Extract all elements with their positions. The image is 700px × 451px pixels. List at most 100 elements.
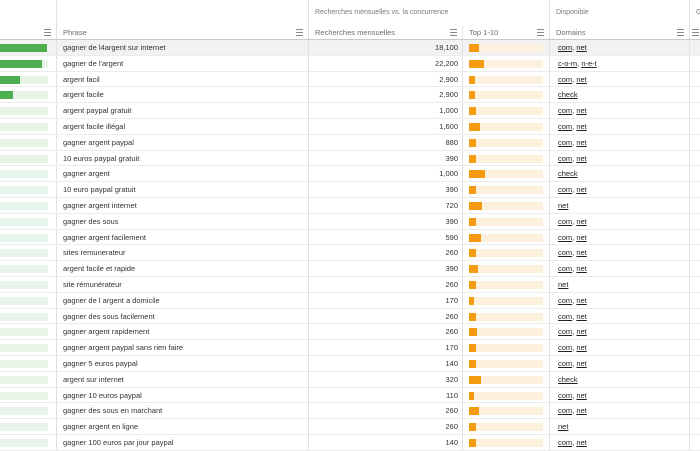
column-header-volume[interactable]: Recherches mensuelles [308,26,462,39]
table-row[interactable]: gagner argent en ligne 260 net [0,419,700,435]
domain-link[interactable]: check [558,375,578,384]
phrase-cell[interactable]: sites remunerateur [56,245,308,261]
domain-link[interactable]: check [558,169,578,178]
domain-link[interactable]: n-e-t [581,59,596,68]
phrase-cell[interactable]: gagner argent facilement [56,229,308,245]
phrase-cell[interactable]: gagner argent internet [56,197,308,213]
domain-link[interactable]: net [558,422,568,431]
table-row[interactable]: gagner argent facilement 590 com, net [0,229,700,246]
phrase-cell[interactable]: gagner de l4argent sur internet [56,40,308,55]
column-header-extra[interactable] [689,26,700,39]
table-row[interactable]: gagner de l4argent sur internet 18,100 com… [0,40,700,56]
table-row[interactable]: site rémunérateur 260 net [0,276,700,293]
domain-link[interactable]: com [558,296,572,305]
domain-link[interactable]: com [558,438,572,447]
domain-link[interactable]: com [558,359,572,368]
table-row[interactable]: sites remunerateur 260 com, net [0,245,700,262]
domain-link[interactable]: net [576,233,586,242]
phrase-cell[interactable]: gagner argent paypal sans rien faire [56,340,308,355]
table-row[interactable]: argent facile et rapide 390 com, net [0,261,700,277]
domain-link[interactable]: com [558,264,572,273]
domain-link[interactable]: net [576,391,586,400]
domain-link[interactable]: net [576,43,586,52]
phrase-cell[interactable]: 10 euro paypal gratuit [56,182,308,197]
domain-link[interactable]: net [576,185,586,194]
domain-link[interactable]: com [558,343,572,352]
phrase-cell[interactable]: gagner argent [56,166,308,182]
table-row[interactable]: gagner argent rapidement 260 com, net [0,324,700,341]
domain-link[interactable]: net [576,138,586,147]
table-row[interactable]: gagner de l argent a domicile 170 com, net [0,292,700,309]
domain-link[interactable]: net [576,154,586,163]
domain-link[interactable]: net [576,312,586,321]
phrase-cell[interactable]: gagner des sous facilement [56,308,308,324]
table-row[interactable]: 10 euros paypal gratuit 390 com, net [0,150,700,167]
phrase-cell[interactable]: gagner de l'argent [56,55,308,71]
table-row[interactable]: argent facile 2,900 check [0,87,700,104]
column-header-phrase[interactable]: Phrase [56,26,308,39]
column-header-domains[interactable]: Domains [549,26,689,39]
phrase-cell[interactable]: gagner argent paypal [56,134,308,150]
domain-link[interactable]: com [558,391,572,400]
table-row[interactable]: gagner 100 euros par jour paypal 140 com, … [0,434,700,451]
table-row[interactable]: argent facil 2,900 com, net [0,71,700,88]
domain-link[interactable]: net [576,343,586,352]
domain-link[interactable]: com [558,312,572,321]
domain-link[interactable]: com [558,217,572,226]
phrase-cell[interactable]: gagner argent en ligne [56,419,308,434]
table-row[interactable]: gagner des sous 390 com, net [0,213,700,230]
domain-link[interactable]: net [576,106,586,115]
column-header-top[interactable]: Top 1-10 [462,26,549,39]
domain-link[interactable]: net [576,327,586,336]
column-menu-icon[interactable] [692,29,699,36]
domain-link[interactable]: net [576,248,586,257]
phrase-cell[interactable]: argent facile [56,87,308,103]
table-row[interactable]: gagner 5 euros paypal 140 com, net [0,355,700,372]
domain-link[interactable]: com [558,185,572,194]
column-menu-icon[interactable] [450,29,457,36]
domain-link[interactable]: com [558,122,572,131]
domain-link[interactable]: com [558,154,572,163]
domain-link[interactable]: com [558,233,572,242]
domain-link[interactable]: net [558,280,568,289]
phrase-cell[interactable]: site rémunérateur [56,276,308,292]
table-row[interactable]: gagner de l'argent 22,200 c-o-m, n-e-t [0,55,700,72]
phrase-cell[interactable]: argent paypal gratuit [56,103,308,118]
table-row[interactable]: gagner argent 1,000 check [0,166,700,183]
phrase-cell[interactable]: gagner 10 euros paypal [56,387,308,403]
table-row[interactable]: gagner des sous facilement 260 com, net [0,308,700,325]
phrase-cell[interactable]: 10 euros paypal gratuit [56,150,308,166]
domain-link[interactable]: com [558,106,572,115]
domain-link[interactable]: check [558,90,578,99]
phrase-cell[interactable]: gagner argent rapidement [56,324,308,340]
phrase-cell[interactable]: gagner des sous en marchant [56,403,308,419]
table-row[interactable]: gagner argent paypal 880 com, net [0,134,700,151]
table-row[interactable]: gagner argent paypal sans rien faire 170 c… [0,340,700,356]
table-row[interactable]: argent paypal gratuit 1,000 com, net [0,103,700,119]
domain-link[interactable]: com [558,406,572,415]
table-row[interactable]: gagner argent internet 720 net [0,197,700,214]
column-header-bar[interactable] [0,26,56,39]
domain-link[interactable]: com [558,327,572,336]
table-row[interactable]: gagner 10 euros paypal 110 com, net [0,387,700,404]
table-row[interactable]: argent facile illégal 1,600 com, net [0,118,700,135]
table-row[interactable]: argent sur internet 320 check [0,371,700,388]
domain-link[interactable]: net [576,122,586,131]
domain-link[interactable]: net [576,75,586,84]
domain-link[interactable]: com [558,75,572,84]
phrase-cell[interactable]: argent sur internet [56,371,308,387]
domain-link[interactable]: com [558,138,572,147]
domain-link[interactable]: net [576,359,586,368]
table-row[interactable]: 10 euro paypal gratuit 390 com, net [0,182,700,198]
phrase-cell[interactable]: gagner de l argent a domicile [56,292,308,308]
domain-link[interactable]: net [558,201,568,210]
column-menu-icon[interactable] [677,29,684,36]
column-menu-icon[interactable] [44,29,51,36]
domain-link[interactable]: net [576,406,586,415]
table-row[interactable]: gagner des sous en marchant 260 com, net [0,403,700,420]
domain-link[interactable]: com [558,248,572,257]
domain-link[interactable]: c-o-m [558,59,577,68]
column-menu-icon[interactable] [537,29,544,36]
domain-link[interactable]: net [576,438,586,447]
phrase-cell[interactable]: gagner 100 euros par jour paypal [56,434,308,450]
